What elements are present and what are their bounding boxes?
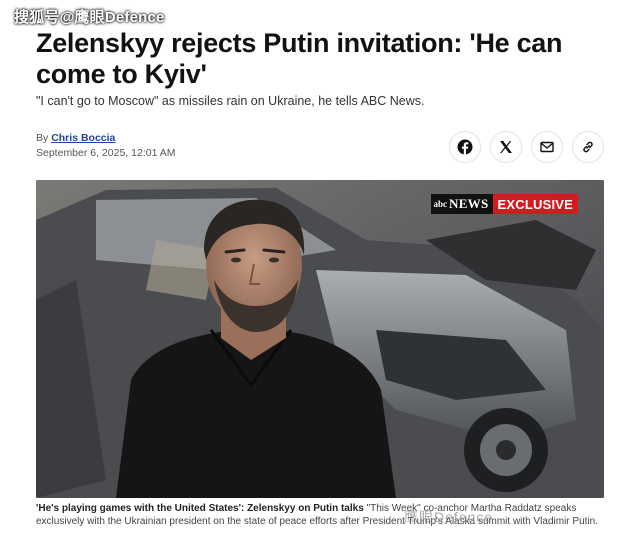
- share-facebook-button[interactable]: [449, 131, 481, 163]
- author-link[interactable]: Chris Boccia: [51, 132, 115, 144]
- caption-title: 'He's playing games with the United Stat…: [36, 503, 364, 514]
- mail-icon: [540, 141, 554, 153]
- source-watermark: 搜狐号@鹰眼Defence: [14, 9, 165, 26]
- photo-caption: 'He's playing games with the United Stat…: [36, 502, 606, 528]
- photo-illustration: [36, 180, 604, 498]
- publish-date: September 6, 2025, 12:01 AM: [36, 147, 176, 159]
- article-subheadline: "I can't go to Moscow" as missiles rain …: [36, 94, 425, 108]
- bottom-watermark: 鹰眼Defence: [404, 509, 494, 525]
- article-photo[interactable]: abc NEWS EXCLUSIVE: [36, 180, 604, 498]
- byline-prefix: By: [36, 132, 49, 144]
- byline: By Chris Boccia: [36, 132, 115, 144]
- article-headline: Zelenskyy rejects Putin invitation: 'He …: [36, 28, 563, 89]
- abc-logo-icon: abc: [433, 199, 448, 209]
- abc-news-logo: abc NEWS: [430, 194, 493, 214]
- copy-link-button[interactable]: [572, 131, 604, 163]
- network-label: NEWS: [449, 196, 489, 211]
- x-icon: [500, 141, 512, 153]
- exclusive-label: EXCLUSIVE: [492, 194, 578, 214]
- share-email-button[interactable]: [531, 131, 563, 163]
- share-x-button[interactable]: [490, 131, 522, 163]
- link-icon: [583, 141, 593, 153]
- top-bar: 搜狐号@鹰眼Defence: [0, 0, 640, 30]
- exclusive-badge: abc NEWS EXCLUSIVE: [430, 194, 578, 214]
- facebook-icon: [457, 139, 473, 155]
